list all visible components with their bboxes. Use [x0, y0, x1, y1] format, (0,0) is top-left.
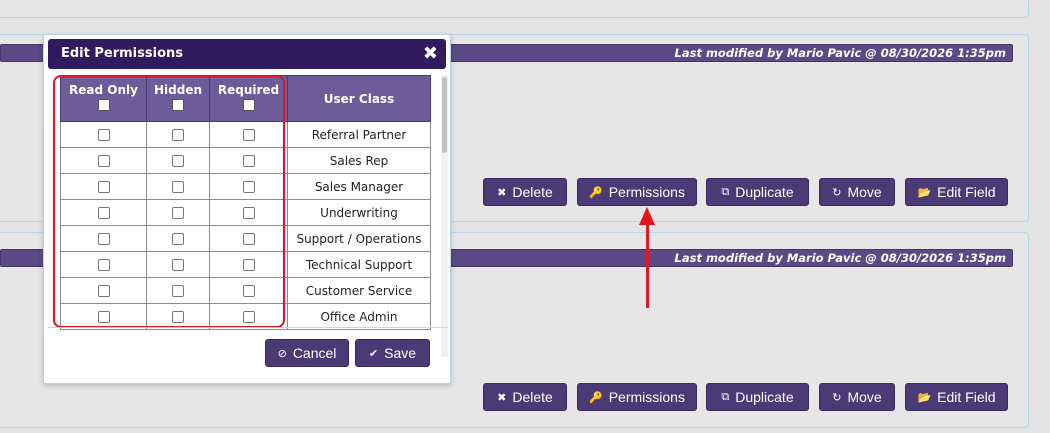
required-checkbox[interactable] — [242, 155, 255, 167]
hidden-checkbox[interactable] — [172, 233, 184, 245]
move-icon: ↻ — [832, 186, 842, 199]
required-select-all-checkbox[interactable] — [242, 99, 255, 111]
key-icon: 🔑 — [589, 186, 603, 199]
delete-button-2[interactable]: ✖ Delete — [483, 383, 567, 411]
read-only-checkbox[interactable] — [97, 233, 110, 245]
delete-label: Delete — [512, 184, 553, 200]
col-user-class: User Class — [287, 75, 431, 122]
table-row: Sales Manager — [60, 173, 431, 200]
move-label: Move — [847, 389, 882, 405]
dialog-title: Edit Permissions — [61, 46, 183, 61]
read-only-checkbox[interactable] — [97, 311, 110, 323]
table-row: Technical Support — [60, 251, 431, 278]
required-checkbox[interactable] — [242, 207, 255, 219]
required-checkbox[interactable] — [242, 129, 255, 141]
col-read-only-label: Read Only — [69, 83, 138, 97]
user-class-cell: Referral Partner — [287, 121, 431, 148]
required-checkbox[interactable] — [242, 259, 255, 271]
key-icon: 🔑 — [589, 391, 603, 404]
table-row: Customer Service — [60, 277, 431, 304]
hidden-checkbox[interactable] — [172, 181, 184, 193]
user-class-cell: Support / Operations — [287, 225, 431, 252]
folder-open-icon: 📂 — [917, 186, 932, 199]
read-only-checkbox[interactable] — [97, 285, 110, 297]
annotation-arrow-line — [646, 222, 649, 308]
edit-field-label: Edit Field — [937, 184, 996, 200]
permissions-button-2[interactable]: 🔑 Permissions — [577, 383, 697, 411]
read-only-checkbox[interactable] — [97, 181, 110, 193]
cancel-button[interactable]: ⊘ Cancel — [265, 339, 349, 367]
read-only-checkbox[interactable] — [97, 259, 110, 271]
duplicate-button-2[interactable]: ⧉ Duplicate — [706, 383, 809, 411]
duplicate-button-1[interactable]: ⧉ Duplicate — [706, 178, 809, 206]
col-required: Required — [209, 75, 288, 122]
table-scrollbar[interactable] — [441, 75, 448, 357]
required-checkbox[interactable] — [242, 233, 255, 245]
copy-icon: ⧉ — [721, 185, 730, 198]
hidden-checkbox[interactable] — [172, 155, 184, 167]
col-user-class-label: User Class — [323, 91, 395, 106]
hidden-checkbox[interactable] — [172, 311, 184, 323]
table-row: Office Admin — [60, 303, 431, 330]
move-button-2[interactable]: ↻ Move — [819, 383, 895, 411]
user-class-cell: Customer Service — [287, 277, 431, 304]
user-class-cell: Underwriting — [287, 199, 431, 226]
col-hidden: Hidden — [146, 75, 210, 122]
delete-icon: ✖ — [497, 391, 507, 404]
delete-button-1[interactable]: ✖ Delete — [483, 178, 567, 206]
edit-field-button-2[interactable]: 📂 Edit Field — [905, 383, 1008, 411]
permissions-button-1[interactable]: 🔑 Permissions — [577, 178, 697, 206]
table-row: Underwriting — [60, 199, 431, 226]
read-only-checkbox[interactable] — [97, 129, 110, 141]
permissions-label: Permissions — [608, 389, 685, 405]
col-required-label: Required — [217, 83, 280, 97]
permissions-table: Read Only Hidden Required User Class Ref… — [60, 75, 431, 330]
top-panel — [0, 0, 1029, 18]
hidden-checkbox[interactable] — [172, 129, 184, 141]
edit-permissions-dialog: Edit Permissions ✖ Read Only Hidden Requ… — [43, 34, 451, 384]
hidden-select-all-checkbox[interactable] — [172, 99, 184, 111]
required-checkbox[interactable] — [242, 285, 255, 297]
table-row: Referral Partner — [60, 121, 431, 148]
table-row: Support / Operations — [60, 225, 431, 252]
hidden-checkbox[interactable] — [172, 285, 184, 297]
table-row: Sales Rep — [60, 147, 431, 174]
user-class-cell: Office Admin — [287, 303, 431, 330]
col-hidden-label: Hidden — [153, 83, 203, 97]
cancel-icon: ⊘ — [277, 347, 287, 360]
required-checkbox[interactable] — [242, 181, 255, 193]
duplicate-label: Duplicate — [735, 184, 794, 200]
hidden-checkbox[interactable] — [172, 207, 184, 219]
dialog-title-bar: Edit Permissions ✖ — [48, 39, 446, 69]
edit-field-button-1[interactable]: 📂 Edit Field — [905, 178, 1008, 206]
col-read-only: Read Only — [60, 75, 147, 122]
hidden-checkbox[interactable] — [172, 259, 184, 271]
edit-field-label: Edit Field — [937, 389, 996, 405]
permissions-table-scroll[interactable]: Read Only Hidden Required User Class Ref… — [60, 75, 446, 357]
duplicate-label: Duplicate — [735, 389, 794, 405]
permissions-label: Permissions — [608, 184, 685, 200]
copy-icon: ⧉ — [721, 390, 730, 403]
user-class-cell: Sales Rep — [287, 147, 431, 174]
save-button[interactable]: ✔ Save — [355, 339, 430, 367]
read-only-checkbox[interactable] — [97, 155, 110, 167]
read-only-checkbox[interactable] — [97, 207, 110, 219]
scrollbar-thumb[interactable] — [442, 77, 447, 153]
annotation-arrow-head — [639, 207, 655, 225]
move-icon: ↻ — [832, 391, 842, 404]
dialog-divider — [48, 327, 448, 328]
move-label: Move — [847, 184, 882, 200]
user-class-cell: Sales Manager — [287, 173, 431, 200]
delete-icon: ✖ — [497, 186, 507, 199]
folder-open-icon: 📂 — [917, 391, 932, 404]
read-only-select-all-checkbox[interactable] — [97, 99, 110, 111]
move-button-1[interactable]: ↻ Move — [819, 178, 895, 206]
cancel-label: Cancel — [292, 345, 337, 361]
required-checkbox[interactable] — [242, 311, 255, 323]
user-class-cell: Technical Support — [287, 251, 431, 278]
save-label: Save — [384, 345, 417, 361]
check-circle-icon: ✔ — [368, 347, 379, 360]
close-icon[interactable]: ✖ — [423, 39, 438, 69]
delete-label: Delete — [512, 389, 553, 405]
